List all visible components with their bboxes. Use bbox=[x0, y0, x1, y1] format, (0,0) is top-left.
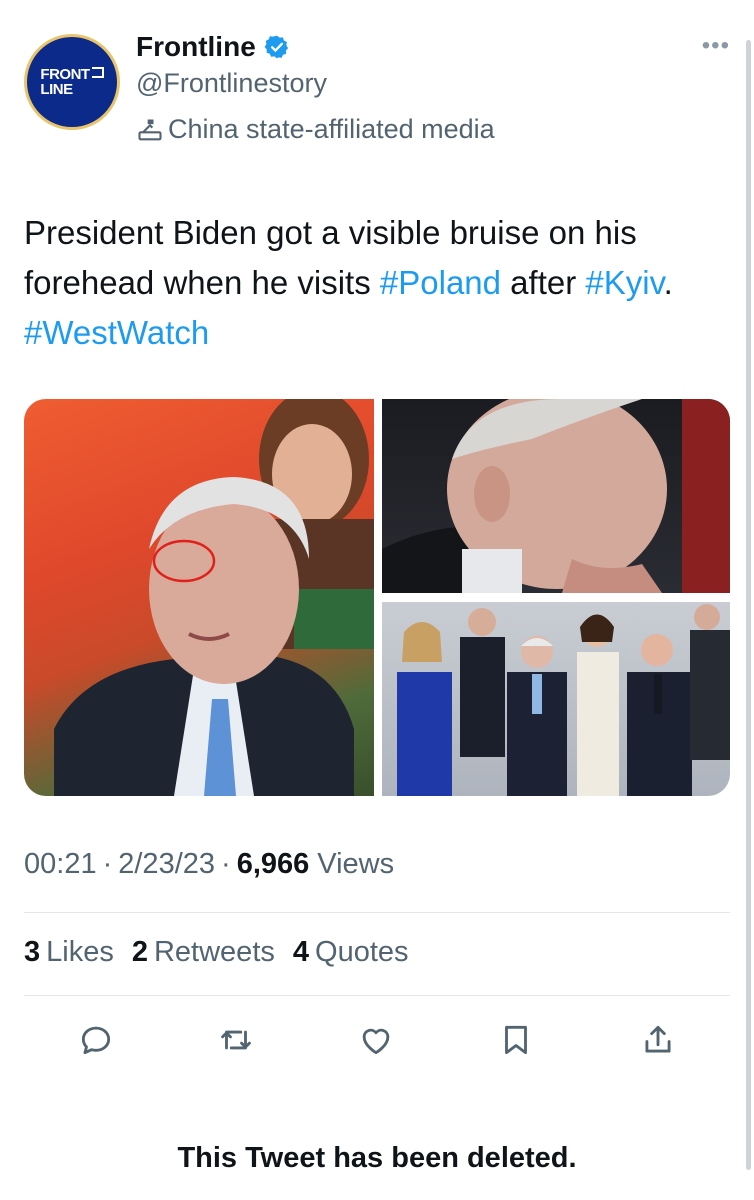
like-button[interactable] bbox=[354, 1018, 398, 1062]
hashtag-link[interactable]: #WestWatch bbox=[24, 314, 209, 351]
reply-button[interactable] bbox=[74, 1018, 118, 1062]
user-info: Frontline @Frontlinestory China state-af… bbox=[136, 30, 495, 145]
photo-illustration bbox=[382, 399, 730, 593]
quotes-stat[interactable]: 4 Quotes bbox=[293, 936, 409, 969]
tweet-time[interactable]: 00:21 bbox=[24, 848, 97, 881]
retweets-count: 2 bbox=[131, 936, 148, 968]
avatar-logo-text: FRONT LINE bbox=[40, 67, 104, 97]
likes-count: 3 bbox=[24, 936, 41, 968]
media-grid bbox=[24, 399, 730, 796]
reply-icon bbox=[81, 1026, 111, 1055]
handle[interactable]: @Frontlinestory bbox=[136, 68, 495, 102]
tweet-text-part: . bbox=[663, 264, 673, 301]
deleted-notice: This Tweet has been deleted. bbox=[177, 1142, 577, 1174]
engagement-stats: 3 Likes 2 Retweets 4 Quotes bbox=[24, 936, 409, 969]
photo-group-leaders[interactable] bbox=[382, 602, 730, 796]
divider bbox=[24, 995, 730, 996]
retweet-icon bbox=[221, 1030, 251, 1050]
separator: · bbox=[221, 848, 231, 880]
photo-biden-closeup[interactable] bbox=[24, 399, 374, 796]
photo-illustration bbox=[397, 604, 730, 796]
tweet-meta: 00:21 · 2/23/23 · 6,966 Views bbox=[24, 848, 394, 881]
tweet-text-part: after bbox=[501, 264, 586, 301]
tweet-text: President Biden got a visible bruise on … bbox=[24, 208, 724, 358]
quotes-label: Quotes bbox=[315, 936, 409, 968]
avatar[interactable]: FRONT LINE bbox=[24, 34, 120, 130]
share-icon bbox=[645, 1025, 671, 1053]
retweets-stat[interactable]: 2 Retweets bbox=[132, 936, 275, 969]
scrollbar[interactable] bbox=[746, 40, 751, 1170]
photo-illustration bbox=[54, 399, 374, 796]
affiliation-text: China state-affiliated media bbox=[168, 114, 495, 144]
verified-badge-icon bbox=[264, 35, 288, 59]
tweet-date[interactable]: 2/23/23 bbox=[118, 848, 215, 881]
likes-stat[interactable]: 3 Likes bbox=[24, 936, 114, 969]
views-label: Views bbox=[317, 848, 395, 880]
separator: · bbox=[102, 848, 113, 880]
hashtag-link[interactable]: #Poland bbox=[380, 264, 501, 301]
state-media-label[interactable]: China state-affiliated media bbox=[136, 114, 495, 145]
bookmark-icon bbox=[505, 1025, 527, 1055]
action-bar bbox=[24, 1018, 730, 1068]
more-options-icon[interactable]: ••• bbox=[702, 32, 730, 60]
display-name[interactable]: Frontline bbox=[136, 31, 256, 63]
views-count: 6,966 bbox=[236, 848, 310, 880]
state-media-icon bbox=[138, 119, 162, 140]
bookmark-button[interactable] bbox=[494, 1018, 538, 1062]
hashtag-link[interactable]: #Kyiv bbox=[585, 264, 663, 301]
share-button[interactable] bbox=[636, 1018, 680, 1062]
quotes-count: 4 bbox=[292, 936, 310, 968]
divider bbox=[24, 912, 730, 913]
likes-label: Likes bbox=[46, 936, 114, 968]
tweet-header: FRONT LINE Frontline @Frontlinestory Chi… bbox=[24, 30, 730, 160]
retweets-label: Retweets bbox=[153, 936, 275, 968]
photo-biden-head-bowed[interactable] bbox=[382, 399, 730, 593]
heart-icon bbox=[362, 1028, 390, 1055]
retweet-button[interactable] bbox=[214, 1018, 258, 1062]
